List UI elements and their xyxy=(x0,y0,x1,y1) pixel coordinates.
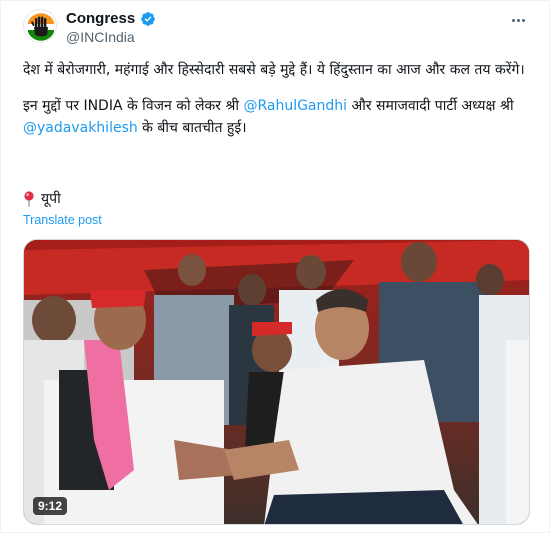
mention-yadavakhilesh-link[interactable]: @yadavakhilesh xyxy=(23,120,138,136)
video-thumbnail xyxy=(24,240,529,524)
location-label: यूपी xyxy=(41,191,61,207)
more-options-button[interactable] xyxy=(507,11,529,29)
post-text: देश में बेरोजगारी, महंगाई और हिस्सेदारी … xyxy=(23,59,528,139)
video-duration-badge: 9:12 xyxy=(33,497,68,515)
video-player[interactable]: 9:12 xyxy=(23,239,530,525)
author-avatar[interactable] xyxy=(23,9,57,43)
congress-hand-logo-icon xyxy=(24,10,56,42)
more-options-icon xyxy=(511,18,515,22)
post-text-paragraph-2: इन मुद्दों पर INDIA के विजन को लेकर श्री… xyxy=(23,98,514,136)
author-handle[interactable]: @INCIndia xyxy=(66,29,135,45)
post-text-paragraph-1: देश में बेरोजगारी, महंगाई और हिस्सेदारी … xyxy=(23,62,525,78)
post-card[interactable]: Congress @INCIndia देश में बेरोजगारी, मह… xyxy=(0,0,550,533)
verified-badge-icon xyxy=(141,11,156,26)
author-name-row[interactable]: Congress xyxy=(66,10,156,27)
location-tag: यूपी xyxy=(23,189,61,208)
round-pushpin-icon xyxy=(24,190,34,207)
translate-post-link[interactable]: Translate post xyxy=(23,213,102,227)
author-display-name[interactable]: Congress xyxy=(66,10,135,27)
mention-rahulgandhi-link[interactable]: @RahulGandhi xyxy=(243,98,347,114)
